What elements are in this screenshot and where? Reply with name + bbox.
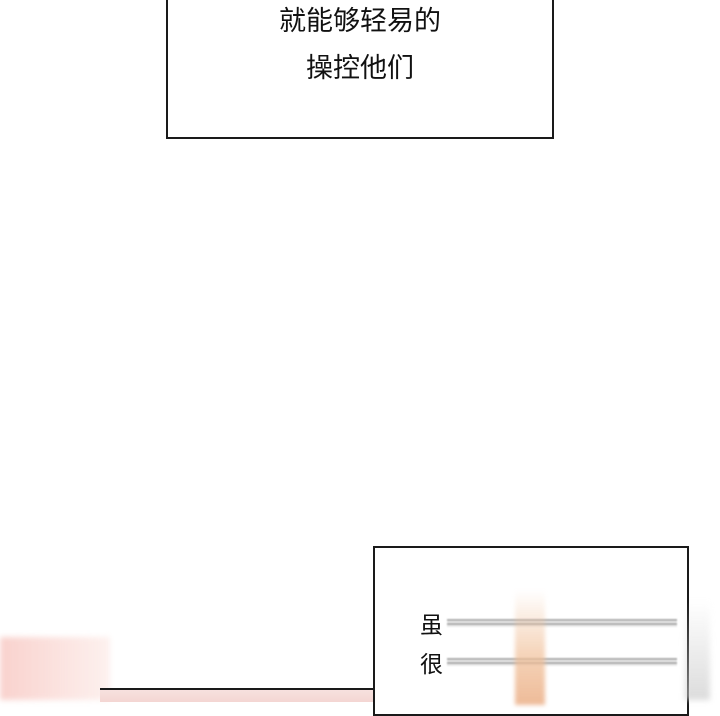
speech-caption-top: 就能够轻易的 操控他们 [166,0,554,139]
blurred-text-bar [447,658,677,666]
art-smear-grey [685,600,710,700]
caption-bottom-char-1: 虽 [420,613,443,639]
caption-top-line-1: 就能够轻易的 [279,6,441,37]
blurred-text-bar [447,619,677,627]
caption-bottom-row-1: 虽 [420,606,677,640]
comic-art-fragment-left [0,637,110,700]
caption-bottom-char-2: 很 [420,652,443,678]
caption-bottom-row-2: 很 [420,645,677,679]
art-smear-peach [515,590,545,705]
caption-top-line-2: 操控他们 [306,53,414,84]
